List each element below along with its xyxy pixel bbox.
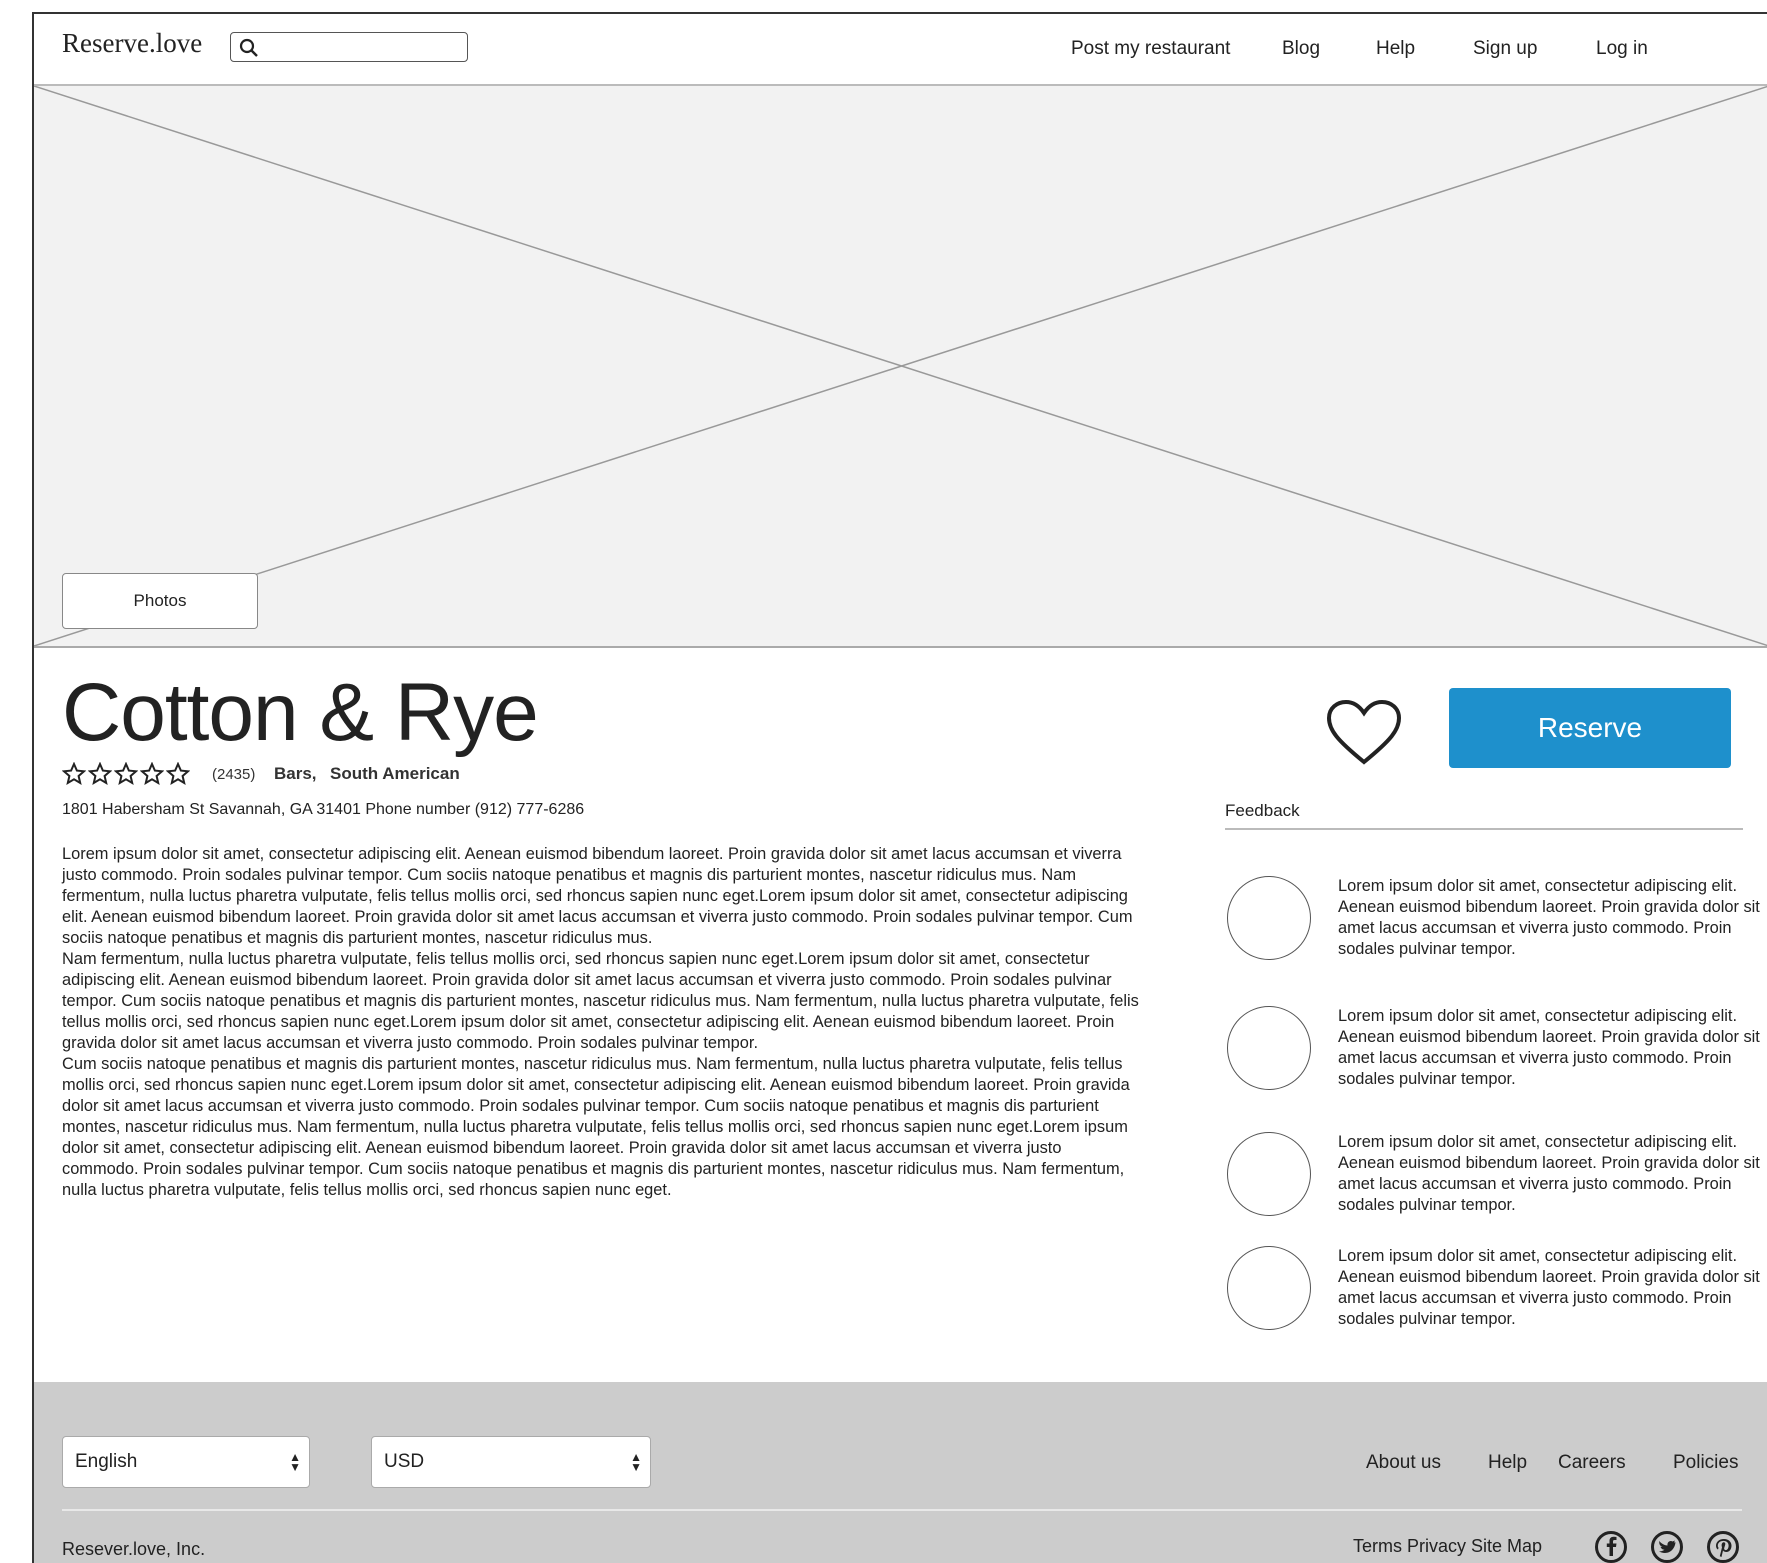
avatar [1227, 1246, 1311, 1330]
star-icon [88, 762, 112, 786]
top-navbar: Reserve.love Post my restaurant Blog Hel… [34, 14, 1767, 86]
search-input[interactable] [230, 32, 468, 62]
select-arrows-icon: ▲ ▼ [289, 1450, 301, 1474]
footer-link-about[interactable]: About us [1366, 1452, 1441, 1474]
footer: English ▲ ▼ USD ▲ ▼ About us Help Careers … [34, 1382, 1767, 1563]
nav-sign-up[interactable]: Sign up [1473, 38, 1537, 60]
rating-stars [62, 762, 190, 786]
nav-post-restaurant[interactable]: Post my restaurant [1071, 38, 1230, 60]
description-paragraph: Cum sociis natoque penatibus et magnis d… [62, 1055, 1130, 1199]
category-tag[interactable]: Bars, [274, 764, 317, 784]
rating-count: (2435) [212, 766, 256, 783]
review-text: Lorem ipsum dolor sit amet, consectetur … [1338, 877, 1760, 958]
avatar [1227, 1006, 1311, 1090]
search-icon [239, 38, 258, 57]
copyright: Resever.love, Inc. [62, 1539, 206, 1559]
language-select[interactable]: English ▲ ▼ [62, 1436, 310, 1488]
heart-icon[interactable] [1327, 700, 1401, 766]
reserve-button[interactable]: Reserve [1449, 688, 1731, 768]
star-icon [140, 762, 164, 786]
star-icon [62, 762, 86, 786]
image-placeholder-cross [34, 86, 1767, 646]
star-icon [166, 762, 190, 786]
facebook-icon[interactable] [1594, 1530, 1628, 1563]
page-frame: Reserve.love Post my restaurant Blog Hel… [32, 12, 1767, 1563]
avatar [1227, 1132, 1311, 1216]
site-logo[interactable]: Reserve.love [62, 28, 202, 59]
nav-blog[interactable]: Blog [1282, 38, 1320, 60]
nav-help[interactable]: Help [1376, 38, 1415, 60]
select-arrows-icon: ▲ ▼ [630, 1450, 642, 1474]
review-text: Lorem ipsum dolor sit amet, consectetur … [1338, 1247, 1760, 1328]
footer-link-careers[interactable]: Careers [1558, 1452, 1626, 1474]
currency-value: USD [384, 1451, 425, 1472]
twitter-icon[interactable] [1650, 1530, 1684, 1563]
footer-divider [62, 1509, 1742, 1511]
review-text: Lorem ipsum dolor sit amet, consectetur … [1338, 1007, 1760, 1088]
feedback-heading: Feedback [1225, 801, 1300, 820]
description-paragraph: Lorem ipsum dolor sit amet, consectetur … [62, 845, 1133, 947]
footer-link-help[interactable]: Help [1488, 1452, 1527, 1474]
divider [1225, 828, 1743, 830]
currency-select[interactable]: USD ▲ ▼ [371, 1436, 651, 1488]
star-icon [114, 762, 138, 786]
review-text: Lorem ipsum dolor sit amet, consectetur … [1338, 1133, 1760, 1214]
pinterest-icon[interactable] [1706, 1530, 1740, 1563]
category-tag[interactable]: South American [330, 764, 460, 784]
photos-button[interactable]: Photos [62, 573, 258, 629]
legal-links[interactable]: Terms Privacy Site Map [1353, 1536, 1542, 1557]
hero-image-placeholder: Photos [34, 86, 1767, 648]
language-value: English [75, 1451, 138, 1472]
footer-link-policies[interactable]: Policies [1673, 1452, 1738, 1474]
restaurant-name: Cotton & Rye [62, 667, 539, 758]
description-paragraph: Nam fermentum, nulla luctus pharetra vul… [62, 950, 1139, 1052]
avatar [1227, 876, 1311, 960]
address-phone: 1801 Habersham St Savannah, GA 31401 Pho… [62, 801, 585, 818]
nav-log-in[interactable]: Log in [1596, 38, 1648, 60]
restaurant-description: Lorem ipsum dolor sit amet, consectetur … [62, 844, 1142, 1201]
